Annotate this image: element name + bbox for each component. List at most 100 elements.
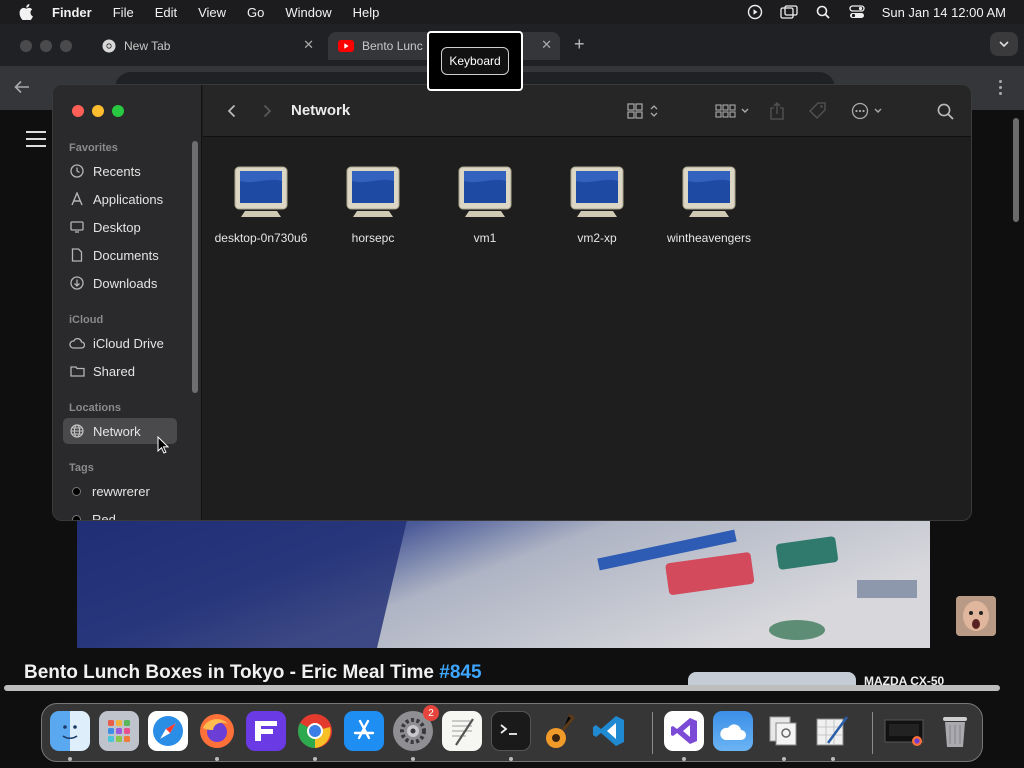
back-chevron-icon[interactable] [223, 102, 239, 120]
channel-thumbnail[interactable] [956, 596, 996, 636]
screen-record-icon[interactable] [746, 4, 764, 20]
browser-close-button[interactable] [20, 40, 32, 52]
share-icon[interactable] [770, 101, 784, 121]
menu-app-finder[interactable]: Finder [52, 5, 92, 20]
sidebar-item-documents[interactable]: Documents [63, 242, 177, 268]
sidebar-item-label: Downloads [93, 275, 158, 291]
sidebar-section-icloud: iCloud [69, 314, 104, 326]
preview-dock-icon[interactable] [762, 711, 802, 751]
tag-icon[interactable] [809, 101, 827, 121]
finder-toolbar: Network [203, 85, 971, 137]
video-player[interactable] [77, 520, 930, 648]
network-computer-desktop-0n730u6[interactable]: desktop-0n730u6 [205, 165, 317, 245]
menu-edit[interactable]: Edit [155, 5, 177, 20]
view-grid-icon[interactable] [627, 101, 661, 121]
menu-view[interactable]: View [198, 5, 226, 20]
video-title[interactable]: Bento Lunch Boxes in Tokyo - Eric Meal T… [24, 662, 482, 684]
search-icon[interactable] [937, 101, 954, 121]
computer-label: wintheavengers [666, 231, 752, 245]
trash-dock-icon[interactable] [935, 711, 975, 751]
sidebar-item-label: Red [92, 511, 116, 521]
page-scrollbar[interactable] [1013, 118, 1019, 222]
youtube-icon [338, 40, 354, 52]
menu-go[interactable]: Go [247, 5, 264, 20]
close-window-button[interactable] [72, 105, 84, 117]
forward-chevron-icon[interactable] [259, 102, 275, 120]
group-by-icon[interactable] [715, 101, 751, 121]
sidebar-item-applications[interactable]: Applications [63, 186, 177, 212]
chrome-icon [102, 39, 116, 53]
network-computer-icon [345, 165, 401, 219]
window-switch-icon[interactable] [780, 4, 798, 20]
zoom-window-button[interactable] [112, 105, 124, 117]
sidebar-item-recents[interactable]: Recents [63, 158, 177, 184]
shared-folder-icon [69, 363, 85, 379]
browser-menu-icon[interactable] [999, 80, 1005, 95]
screenshot-dock-icon[interactable] [884, 711, 924, 751]
network-computer-wintheavengers[interactable]: wintheavengers [653, 165, 765, 245]
computer-label: desktop-0n730u6 [214, 231, 308, 245]
network-computer-vm2-xp[interactable]: vm2-xp [541, 165, 653, 245]
dock: 2 [41, 703, 983, 762]
tab-search-chevron-icon[interactable] [990, 32, 1018, 56]
menu-file[interactable]: File [113, 5, 134, 20]
safari-dock-icon[interactable] [148, 711, 188, 751]
terminal-dock-icon[interactable] [491, 711, 531, 751]
vscode-dock-icon[interactable] [589, 711, 629, 751]
sidebar-item-label: Desktop [93, 219, 141, 235]
script-editor-dock-icon[interactable] [812, 711, 852, 751]
control-center-icon[interactable] [848, 4, 866, 20]
more-actions-icon[interactable] [851, 101, 885, 121]
chrome-running-indicator [313, 757, 317, 761]
browser-minimize-button[interactable] [40, 40, 52, 52]
sidebar-item-shared[interactable]: Shared [63, 358, 177, 384]
tab-label: Bento Lunc [362, 39, 423, 53]
sidebar-item-label: iCloud Drive [93, 335, 164, 351]
app-store-dock-icon[interactable] [344, 711, 384, 751]
tab-close-icon[interactable]: ✕ [303, 37, 314, 53]
launchpad-dock-icon[interactable] [99, 711, 139, 751]
sidebar-scrollbar[interactable] [192, 141, 198, 393]
menu-window[interactable]: Window [285, 5, 331, 20]
sidebar-item-icloud-drive[interactable]: iCloud Drive [63, 330, 177, 356]
menu-clock[interactable]: Sun Jan 14 12:00 AM [882, 5, 1006, 20]
video-hashtag-link[interactable]: #845 [439, 662, 481, 683]
system-settings-dock-icon[interactable]: 2 [393, 705, 439, 751]
sidebar-item-label: rewwrerer [92, 483, 150, 499]
visual-studio-dock-icon[interactable] [664, 711, 704, 751]
weather-dock-icon[interactable] [713, 711, 753, 751]
network-computer-icon [681, 165, 737, 219]
dock-separator [652, 712, 653, 754]
network-computer-vm1[interactable]: vm1 [429, 165, 541, 245]
tab-close-icon[interactable]: ✕ [541, 37, 552, 53]
tab-new-tab[interactable]: New Tab ✕ [92, 32, 320, 60]
chrome-dock-icon[interactable] [295, 711, 335, 751]
apple-menu-icon[interactable] [19, 4, 35, 20]
hamburger-menu-icon[interactable] [26, 131, 46, 152]
menu-help[interactable]: Help [353, 5, 380, 20]
network-computer-horsepc[interactable]: horsepc [317, 165, 429, 245]
settings-running-indicator [411, 757, 415, 761]
tab-label: New Tab [124, 39, 171, 53]
sidebar-tag-rewwrerer[interactable]: rewwrerer [63, 478, 177, 504]
visual-studio-running-indicator [682, 757, 686, 761]
textedit-dock-icon[interactable] [442, 711, 482, 751]
sidebar-tag-red[interactable]: Red [63, 506, 177, 521]
firefox-dock-icon[interactable] [197, 711, 237, 751]
fleet-dock-icon[interactable] [246, 711, 286, 751]
sidebar-item-downloads[interactable]: Downloads [63, 270, 177, 296]
computer-label: horsepc [351, 231, 395, 245]
script-editor-running-indicator [831, 757, 835, 761]
sidebar-item-desktop[interactable]: Desktop [63, 214, 177, 240]
new-tab-plus-icon[interactable]: + [574, 34, 585, 55]
browser-zoom-button[interactable] [60, 40, 72, 52]
tag-color-dot [72, 486, 81, 496]
finder-dock-icon[interactable] [50, 711, 90, 751]
back-arrow-icon[interactable] [14, 80, 30, 99]
minimize-window-button[interactable] [92, 105, 104, 117]
spotlight-search-icon[interactable] [814, 4, 832, 20]
clock-icon [69, 163, 85, 179]
horizontal-scrollbar[interactable] [4, 685, 1000, 691]
keyboard-tooltip-highlight: Keyboard [427, 31, 523, 91]
garageband-dock-icon[interactable] [540, 711, 580, 751]
